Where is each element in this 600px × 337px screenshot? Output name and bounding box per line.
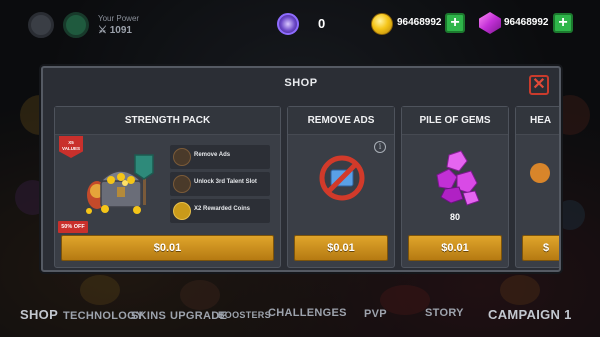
health-card-partial[interactable]: HEA $ <box>515 106 559 268</box>
feature-talent-slot: Unlock 3rd Talent Slot <box>170 172 270 196</box>
shop-offers-strip[interactable]: STRENGTH PACK X5 VALUES Remove Ads Unloc… <box>51 106 559 268</box>
bottom-nav: SHOP TECHNOLOGY SKINS UPGRADE BOOSTERS C… <box>0 307 600 327</box>
gem-amount: 80 <box>449 212 460 222</box>
card-title: PILE OF GEMS <box>402 107 508 135</box>
coin-icon <box>371 13 393 35</box>
nav-skins[interactable]: SKINS <box>131 310 166 322</box>
no-ads-icon <box>319 155 365 201</box>
buy-gems-button[interactable]: $0.01 <box>408 235 502 261</box>
nav-boosters[interactable]: BOOSTERS <box>218 310 271 320</box>
power-label: Your Power <box>98 14 140 23</box>
shop-title: SHOP <box>284 77 318 89</box>
power-value-text: 1091 <box>109 25 132 36</box>
token-count: 0 <box>318 16 326 31</box>
crossed-swords-icon: ⚔ <box>98 25 107 36</box>
discount-badge: 50% OFF <box>58 221 88 233</box>
top-hud: Your Power ⚔ 1091 0 96468992 + 96468992 … <box>0 0 600 50</box>
feature-label: X2 Rewarded Coins <box>194 206 251 212</box>
treasure-chest-icon <box>86 154 154 214</box>
card-title: REMOVE ADS <box>288 107 394 135</box>
coin-count: 96468992 <box>397 17 442 28</box>
feature-rewarded-coins: X2 Rewarded Coins <box>170 199 270 223</box>
feature-label: Unlock 3rd Talent Slot <box>194 179 257 185</box>
power-value: ⚔ 1091 <box>98 25 132 36</box>
strength-pack-card[interactable]: STRENGTH PACK X5 VALUES Remove Ads Unloc… <box>54 106 281 268</box>
nav-story[interactable]: STORY <box>425 307 464 319</box>
buy-remove-ads-button[interactable]: $0.01 <box>294 235 388 261</box>
feature-label: Remove Ads <box>194 152 231 158</box>
nav-campaign[interactable]: CAMPAIGN 1 <box>488 307 572 322</box>
no-ads-icon <box>173 148 191 166</box>
info-icon[interactable]: i <box>374 141 386 153</box>
buy-health-button[interactable]: $ <box>522 235 559 261</box>
pile-of-gems-card[interactable]: PILE OF GEMS 80 $0.01 <box>401 106 509 268</box>
nav-shop[interactable]: SHOP <box>20 307 58 322</box>
talent-slot-icon <box>173 175 191 193</box>
buy-strength-pack-button[interactable]: $0.01 <box>61 235 274 261</box>
close-button[interactable]: ✕ <box>529 75 549 95</box>
gem-icon <box>479 12 501 34</box>
settings-icon[interactable] <box>28 12 54 38</box>
remove-ads-card[interactable]: REMOVE ADS i $0.01 <box>287 106 395 268</box>
coins-icon <box>173 202 191 220</box>
nav-challenges[interactable]: CHALLENGES <box>268 307 347 319</box>
add-coins-button[interactable]: + <box>445 13 465 33</box>
card-title: HEA <box>516 107 559 135</box>
gem-pile-icon <box>436 150 480 206</box>
feature-remove-ads: Remove Ads <box>170 145 270 169</box>
nav-pvp[interactable]: PVP <box>364 308 387 320</box>
potion-icon <box>530 163 550 183</box>
shop-panel: SHOP ✕ STRENGTH PACK X5 VALUES Remove Ad… <box>41 66 561 272</box>
gem-count: 96468992 <box>504 17 549 28</box>
profile-avatar[interactable] <box>63 12 89 38</box>
card-title: STRENGTH PACK <box>55 107 280 135</box>
token-icon <box>277 13 299 35</box>
add-gems-button[interactable]: + <box>553 13 573 33</box>
